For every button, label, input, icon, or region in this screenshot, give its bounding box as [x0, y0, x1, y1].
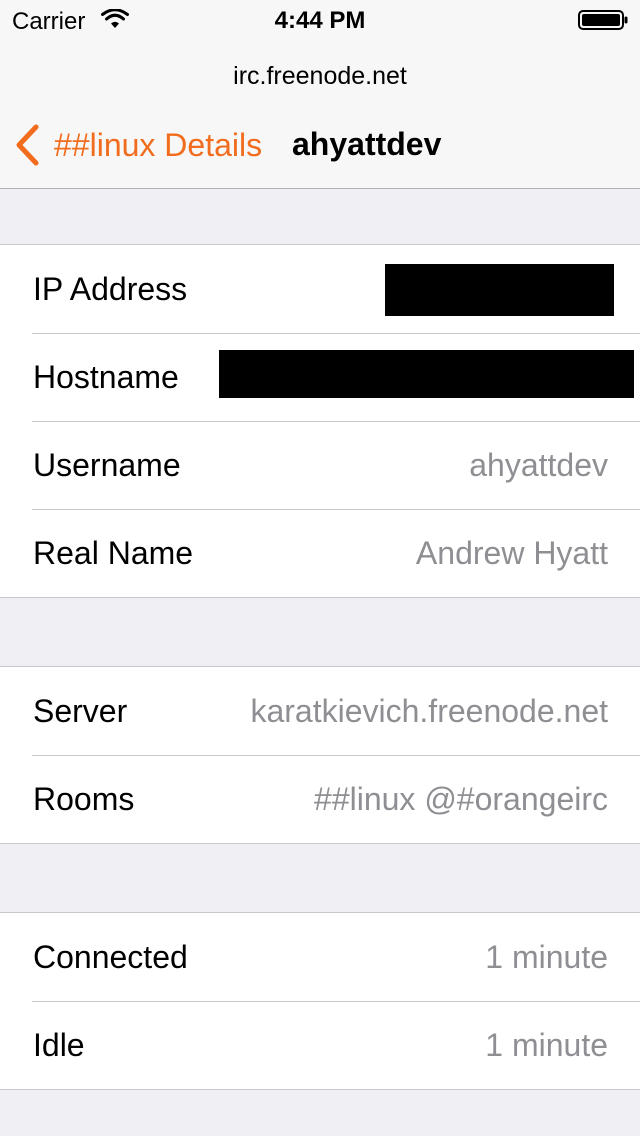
real-name-value: Andrew Hyatt — [415, 535, 608, 571]
username-value: ahyattdev — [469, 447, 608, 483]
connected-value: 1 minute — [485, 939, 608, 975]
navigation-bar: irc.freenode.net ##linux Details ahyattd… — [0, 40, 640, 189]
server-row[interactable]: Server karatkievich.freenode.net — [0, 667, 640, 755]
activity-section: Connected 1 minute Idle 1 minute — [0, 912, 640, 1090]
status-time: 4:44 PM — [274, 7, 366, 34]
idle-label: Idle — [33, 1027, 85, 1063]
idle-value: 1 minute — [485, 1027, 608, 1063]
connected-label: Connected — [33, 939, 188, 975]
username-row[interactable]: Username ahyattdev — [0, 421, 640, 509]
hostname-label: Hostname — [33, 359, 179, 395]
rooms-row[interactable]: Rooms ##linux @#orangeirc — [0, 755, 640, 843]
page-title: ahyattdev — [292, 126, 442, 162]
status-bar: Carrier 4:44 PM — [0, 0, 640, 40]
rooms-value: ##linux @#orangeirc — [314, 781, 608, 817]
username-label: Username — [33, 447, 181, 483]
server-info-section: Server karatkievich.freenode.net Rooms #… — [0, 666, 640, 844]
server-subtitle: irc.freenode.net — [233, 62, 407, 90]
idle-row[interactable]: Idle 1 minute — [0, 1001, 640, 1089]
battery-icon — [578, 10, 628, 30]
ip-address-label: IP Address — [33, 271, 188, 307]
connected-row[interactable]: Connected 1 minute — [0, 913, 640, 1001]
hostname-row[interactable]: Hostname — [0, 333, 640, 421]
redaction-box — [219, 350, 634, 398]
rooms-label: Rooms — [33, 781, 135, 817]
redaction-box — [385, 264, 614, 316]
chevron-left-icon — [16, 124, 39, 166]
server-value: karatkievich.freenode.net — [250, 693, 608, 729]
real-name-row[interactable]: Real Name Andrew Hyatt — [0, 509, 640, 597]
back-button[interactable]: ##linux Details — [14, 122, 262, 168]
user-info-section: IP Address Hostname Username ahyattdev R… — [0, 244, 640, 598]
server-label: Server — [33, 693, 128, 729]
back-button-label: ##linux Details — [54, 126, 263, 163]
ip-address-row[interactable]: IP Address — [0, 245, 640, 333]
real-name-label: Real Name — [33, 535, 194, 571]
